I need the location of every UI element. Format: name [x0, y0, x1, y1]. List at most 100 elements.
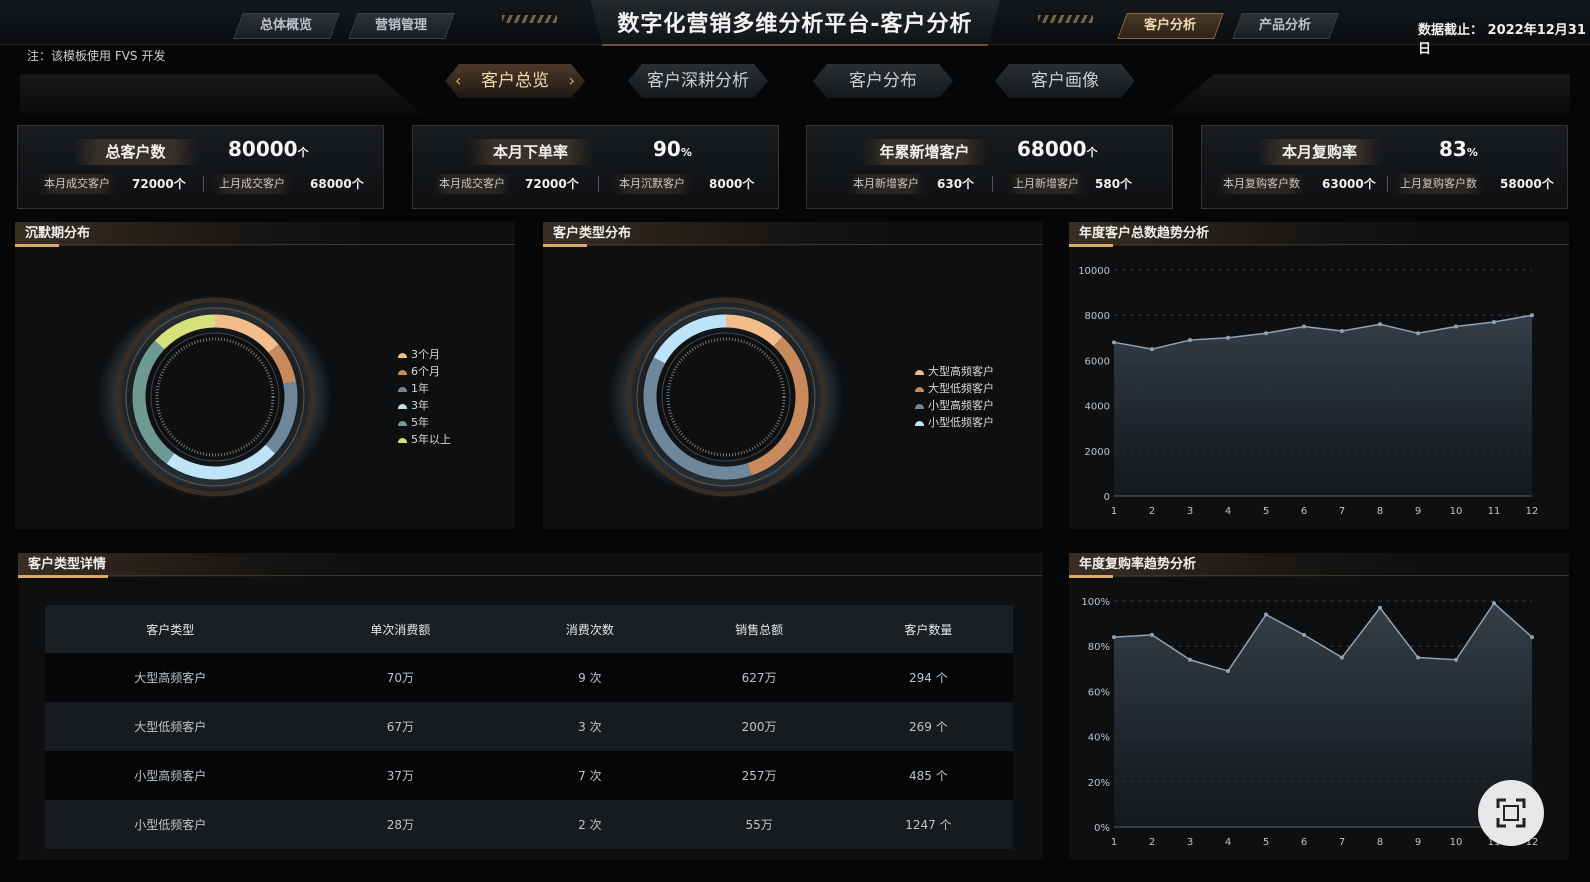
table-row: 大型高频客户 70万 9 次 627万 294 个	[45, 653, 1013, 702]
panel-title-accent	[1069, 244, 1113, 247]
legend-swatch	[398, 420, 407, 426]
nav-tab-marketing[interactable]: 营销管理	[348, 13, 455, 39]
kpi-sub-label: 上月新增客户	[1007, 174, 1085, 194]
legend-item[interactable]: 5年	[398, 414, 451, 431]
subtab-overview[interactable]: ‹ 客户总览 ›	[445, 64, 585, 98]
x-tick-label: 4	[1225, 837, 1231, 848]
legend-swatch	[398, 352, 407, 358]
data-point[interactable]	[1454, 324, 1458, 329]
table-cell: 大型低频客户	[45, 702, 296, 751]
nav-tab-product[interactable]: 产品分析	[1232, 13, 1339, 39]
y-tick-label: 100%	[1081, 597, 1110, 608]
data-point[interactable]	[1302, 632, 1306, 637]
subtab-deep-analysis[interactable]: 客户深耕分析	[628, 64, 768, 98]
kpi-divider	[1387, 176, 1388, 192]
data-point[interactable]	[1530, 635, 1534, 640]
area-fill	[1114, 603, 1532, 827]
data-point[interactable]	[1454, 657, 1458, 662]
legend-label: 小型高频客户	[928, 399, 994, 412]
data-point[interactable]	[1378, 322, 1382, 327]
legend-item[interactable]: 3年	[398, 397, 451, 414]
subtab-distribution[interactable]: 客户分布	[813, 64, 953, 98]
kpi-divider	[992, 176, 993, 192]
x-tick-label: 1	[1111, 837, 1117, 848]
kpi-label: 本月下单率	[468, 139, 593, 165]
legend-item[interactable]: 大型低频客户	[915, 380, 994, 397]
data-point[interactable]	[1112, 340, 1116, 345]
column-header: 消费次数	[505, 605, 675, 653]
legend-item[interactable]: 小型高频客户	[915, 397, 994, 414]
x-tick-label: 12	[1526, 506, 1539, 517]
panel-title: 年度复购率趋势分析	[1069, 553, 1419, 577]
table-cell: 269 个	[843, 702, 1013, 751]
data-point[interactable]	[1340, 329, 1344, 334]
x-tick-label: 5	[1263, 837, 1269, 848]
panel-title: 年度客户总数趋势分析	[1069, 222, 1419, 246]
data-date-label: 数据截止： 2022年12月31日	[1418, 23, 1586, 57]
x-tick-label: 5	[1263, 506, 1269, 517]
legend-item[interactable]: 5年以上	[398, 431, 451, 448]
table-cell: 1247 个	[843, 800, 1013, 849]
table-cell: 294 个	[843, 653, 1013, 702]
data-point[interactable]	[1264, 331, 1268, 336]
kpi-sub-value: 630个	[937, 177, 975, 191]
legend-item[interactable]: 大型高频客户	[915, 363, 994, 380]
legend-swatch	[915, 403, 924, 409]
data-point[interactable]	[1226, 669, 1230, 674]
kpi-value: 68000个	[1017, 137, 1098, 161]
panel-title: 客户类型分布	[543, 222, 893, 246]
table-cell: 小型低频客户	[45, 800, 296, 849]
kpi-sub-value: 58000个	[1500, 177, 1554, 191]
kpi-sub-label: 本月复购客户数	[1217, 174, 1306, 194]
data-point[interactable]	[1264, 612, 1268, 617]
data-point[interactable]	[1492, 319, 1496, 324]
column-header: 客户数量	[843, 605, 1013, 653]
legend-item[interactable]: 3个月	[398, 346, 451, 363]
data-point[interactable]	[1112, 635, 1116, 640]
data-point[interactable]	[1302, 324, 1306, 329]
y-tick-label: 40%	[1088, 733, 1110, 744]
data-point[interactable]	[1188, 657, 1192, 662]
data-point[interactable]	[1530, 313, 1534, 318]
data-point[interactable]	[1378, 605, 1382, 610]
fullscreen-button[interactable]	[1478, 780, 1544, 846]
panel-title-rule	[18, 575, 1043, 576]
data-point[interactable]	[1340, 655, 1344, 660]
y-tick-label: 60%	[1088, 687, 1110, 698]
subtab-portrait[interactable]: 客户画像	[995, 64, 1135, 98]
customer-type-table: 客户类型 单次消费额 消费次数 销售总额 客户数量 大型高频客户 70万 9 次…	[45, 605, 1013, 849]
legend-label: 3年	[411, 399, 429, 412]
legend-item[interactable]: 6个月	[398, 363, 451, 380]
kpi-label: 年累新增客户	[862, 139, 987, 165]
table-cell: 257万	[674, 751, 844, 800]
kpi-label: 总客户数	[73, 139, 198, 165]
x-tick-label: 6	[1301, 506, 1307, 517]
data-point[interactable]	[1416, 655, 1420, 660]
kpi-sub-value: 68000个	[310, 177, 364, 191]
data-point[interactable]	[1150, 347, 1154, 352]
y-tick-label: 80%	[1088, 642, 1110, 653]
legend-label: 大型高频客户	[928, 365, 994, 378]
data-point[interactable]	[1150, 632, 1154, 637]
data-point[interactable]	[1492, 601, 1496, 606]
table-cell: 大型高频客户	[45, 653, 296, 702]
y-tick-label: 6000	[1085, 356, 1110, 367]
nav-tab-customer[interactable]: 客户分析	[1117, 13, 1224, 39]
legend-swatch	[398, 437, 407, 443]
data-point[interactable]	[1226, 335, 1230, 340]
legend-item[interactable]: 1年	[398, 380, 451, 397]
data-point[interactable]	[1188, 338, 1192, 343]
data-point[interactable]	[1416, 331, 1420, 336]
kpi-card-new-customers: 年累新增客户 68000个 本月新增客户 630个 上月新增客户 580个	[806, 125, 1173, 209]
x-tick-label: 9	[1415, 837, 1421, 848]
table-cell: 55万	[674, 800, 844, 849]
panel-title-accent	[1069, 575, 1113, 578]
nav-tab-overview[interactable]: 总体概览	[233, 13, 340, 39]
panel-title-accent	[15, 244, 59, 247]
kpi-sub-label: 上月复购客户数	[1394, 174, 1483, 194]
legend-item[interactable]: 小型低频客户	[915, 414, 994, 431]
table-cell: 28万	[295, 800, 506, 849]
fullscreen-icon	[1496, 798, 1526, 828]
donut-chart-type	[608, 295, 844, 499]
legend-label: 3个月	[411, 348, 440, 361]
